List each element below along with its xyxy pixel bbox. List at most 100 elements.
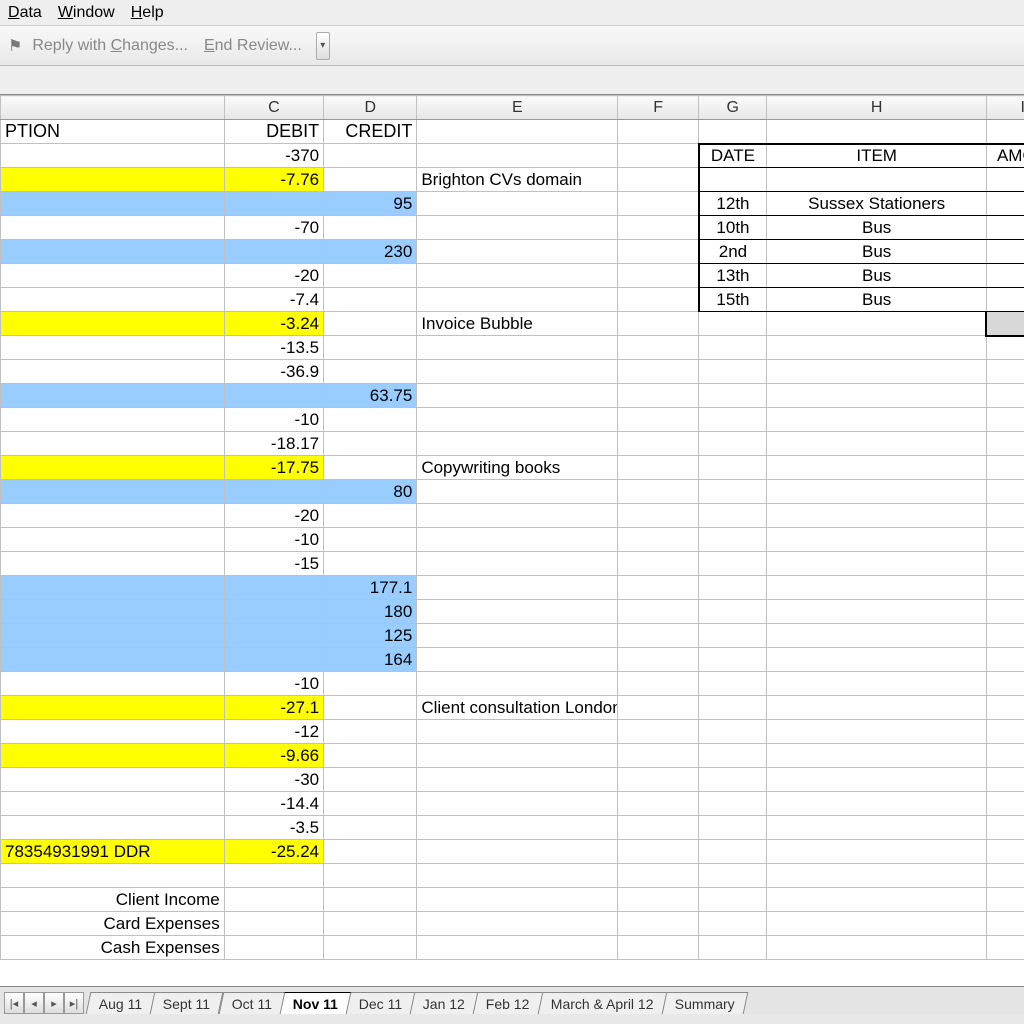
cell[interactable] [618,888,699,912]
cell[interactable] [618,816,699,840]
cell[interactable] [986,408,1024,432]
cell[interactable] [324,672,417,696]
col-header-E[interactable]: E [417,96,618,120]
cell[interactable] [224,912,323,936]
cell[interactable] [417,240,618,264]
cell[interactable] [1,768,225,792]
cell[interactable] [618,216,699,240]
cell[interactable] [618,792,699,816]
cell[interactable] [417,744,618,768]
cell[interactable] [1,240,225,264]
cell[interactable] [1,264,225,288]
cell[interactable]: -12 [224,720,323,744]
cell[interactable] [417,384,618,408]
cell[interactable] [224,936,323,960]
cell[interactable] [618,720,699,744]
cell[interactable] [224,192,323,216]
cell[interactable] [224,864,323,888]
cell[interactable] [767,336,987,360]
cell[interactable] [417,648,618,672]
cell[interactable]: -14.4 [224,792,323,816]
cell[interactable] [618,264,699,288]
cell[interactable] [986,336,1024,360]
cell[interactable]: -10 [224,408,323,432]
cell[interactable] [618,408,699,432]
cell[interactable] [1,720,225,744]
cell[interactable] [1,288,225,312]
cell[interactable] [618,744,699,768]
cell[interactable] [699,528,767,552]
cell[interactable] [224,600,323,624]
cell[interactable] [986,936,1024,960]
cell[interactable]: Bus [767,288,987,312]
col-header-B[interactable] [1,96,225,120]
cell[interactable]: -10 [224,672,323,696]
cell[interactable] [986,600,1024,624]
cell[interactable] [699,672,767,696]
cell[interactable] [417,792,618,816]
cell[interactable] [618,168,699,192]
cell[interactable] [767,312,987,336]
cell[interactable]: £2. [986,288,1024,312]
cell[interactable] [324,288,417,312]
menu-window[interactable]: Window [58,4,115,22]
cell[interactable] [986,672,1024,696]
cell[interactable] [618,840,699,864]
cell[interactable] [324,696,417,720]
sheet-tab[interactable]: Oct 11 [218,992,285,1014]
cell[interactable] [324,840,417,864]
cell[interactable] [417,864,618,888]
cell[interactable] [618,456,699,480]
cell[interactable] [767,792,987,816]
cell[interactable]: Sussex Stationers [767,192,987,216]
cell[interactable]: -25.24 [224,840,323,864]
cell[interactable] [986,456,1024,480]
cell[interactable] [986,816,1024,840]
cell[interactable] [1,576,225,600]
cell[interactable] [986,912,1024,936]
cell[interactable] [986,120,1024,144]
cell[interactable] [699,552,767,576]
cell[interactable] [699,888,767,912]
cell[interactable] [324,312,417,336]
cell[interactable] [1,312,225,336]
cell[interactable] [618,240,699,264]
cell[interactable]: Client Income [1,888,225,912]
cell[interactable] [699,648,767,672]
cell[interactable] [767,672,987,696]
cell[interactable] [699,336,767,360]
cell[interactable] [618,552,699,576]
tab-nav-next-icon[interactable]: ▸ [44,992,64,1014]
cell[interactable] [1,744,225,768]
cell[interactable] [224,576,323,600]
cell[interactable] [324,168,417,192]
cell[interactable]: Cash Expenses [1,936,225,960]
cell[interactable] [767,384,987,408]
cell[interactable]: -30 [224,768,323,792]
cell[interactable] [986,648,1024,672]
toolbar-overflow-icon[interactable]: ▾ [316,32,330,60]
cell[interactable]: 125 [324,624,417,648]
cell[interactable] [699,456,767,480]
cell[interactable] [618,360,699,384]
cell[interactable] [986,576,1024,600]
cell[interactable] [767,504,987,528]
cell[interactable] [1,192,225,216]
cell[interactable]: -370 [224,144,323,168]
cell[interactable] [417,264,618,288]
cell[interactable] [986,696,1024,720]
cell[interactable] [618,768,699,792]
cell[interactable] [324,456,417,480]
cell[interactable] [1,480,225,504]
cell[interactable] [618,672,699,696]
cell[interactable]: -3.5 [224,816,323,840]
cell[interactable] [699,432,767,456]
cell[interactable] [417,192,618,216]
cell[interactable] [767,816,987,840]
col-header-I[interactable]: I [986,96,1024,120]
cell[interactable] [767,744,987,768]
cell[interactable]: 95 [324,192,417,216]
cell[interactable] [417,144,618,168]
cell[interactable] [767,552,987,576]
cell[interactable]: 78354931991 DDR [1,840,225,864]
